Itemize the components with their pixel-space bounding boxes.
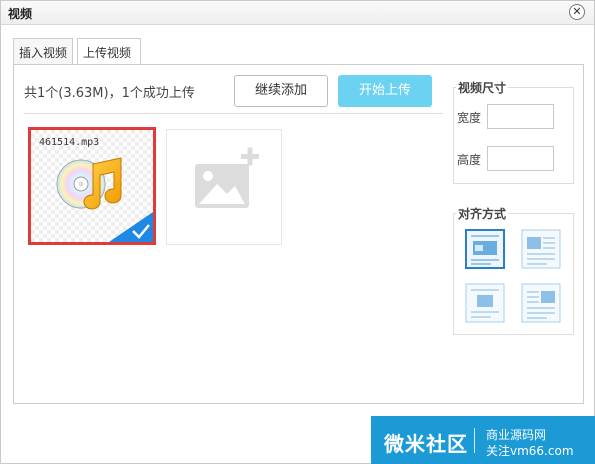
add-image-icon <box>195 147 259 208</box>
file-item[interactable]: 461514.mp3 <box>28 127 156 245</box>
upload-summary: 共1个(3.63M)，1个成功上传 <box>24 86 195 101</box>
align-none-icon[interactable] <box>465 229 505 269</box>
continue-add-button[interactable]: 继续添加 <box>234 75 328 107</box>
success-check-icon <box>109 212 153 242</box>
tab-upload-video[interactable]: 上传视频 <box>77 38 141 65</box>
align-left-icon[interactable] <box>521 229 561 269</box>
close-button[interactable]: ✕ <box>569 4 585 20</box>
watermark-line1: 商业源码网 <box>486 428 547 442</box>
add-file-tile[interactable] <box>166 129 282 245</box>
align-center-icon[interactable] <box>465 283 505 323</box>
width-input[interactable] <box>487 104 554 129</box>
watermark-divider <box>474 428 475 453</box>
site-watermark: 微米社区 商业源码网 关注vm66.com <box>371 416 595 464</box>
height-input[interactable] <box>487 146 554 171</box>
music-cd-icon <box>56 157 122 210</box>
alignment-legend: 对齐方式 <box>456 205 509 222</box>
watermark-main-text: 微米社区 <box>384 432 468 456</box>
file-name: 461514.mp3 <box>39 137 100 148</box>
watermark-line2: 关注vm66.com <box>486 444 574 458</box>
dialog-title: 视频 <box>8 7 33 21</box>
align-right-icon[interactable] <box>521 283 561 323</box>
tab-insert-video[interactable]: 插入视频 <box>13 38 73 65</box>
video-size-legend: 视频尺寸 <box>456 79 509 96</box>
width-label: 宽度 <box>457 111 482 125</box>
start-upload-button[interactable]: 开始上传 <box>338 75 432 107</box>
divider <box>24 113 443 114</box>
upload-video-dialog: 视频 ✕ 插入视频 上传视频 共1个(3.63M)，1个成功上传 继续添加 开始… <box>0 0 595 464</box>
height-label: 高度 <box>457 153 482 167</box>
dialog-titlebar: 视频 ✕ <box>1 1 594 25</box>
